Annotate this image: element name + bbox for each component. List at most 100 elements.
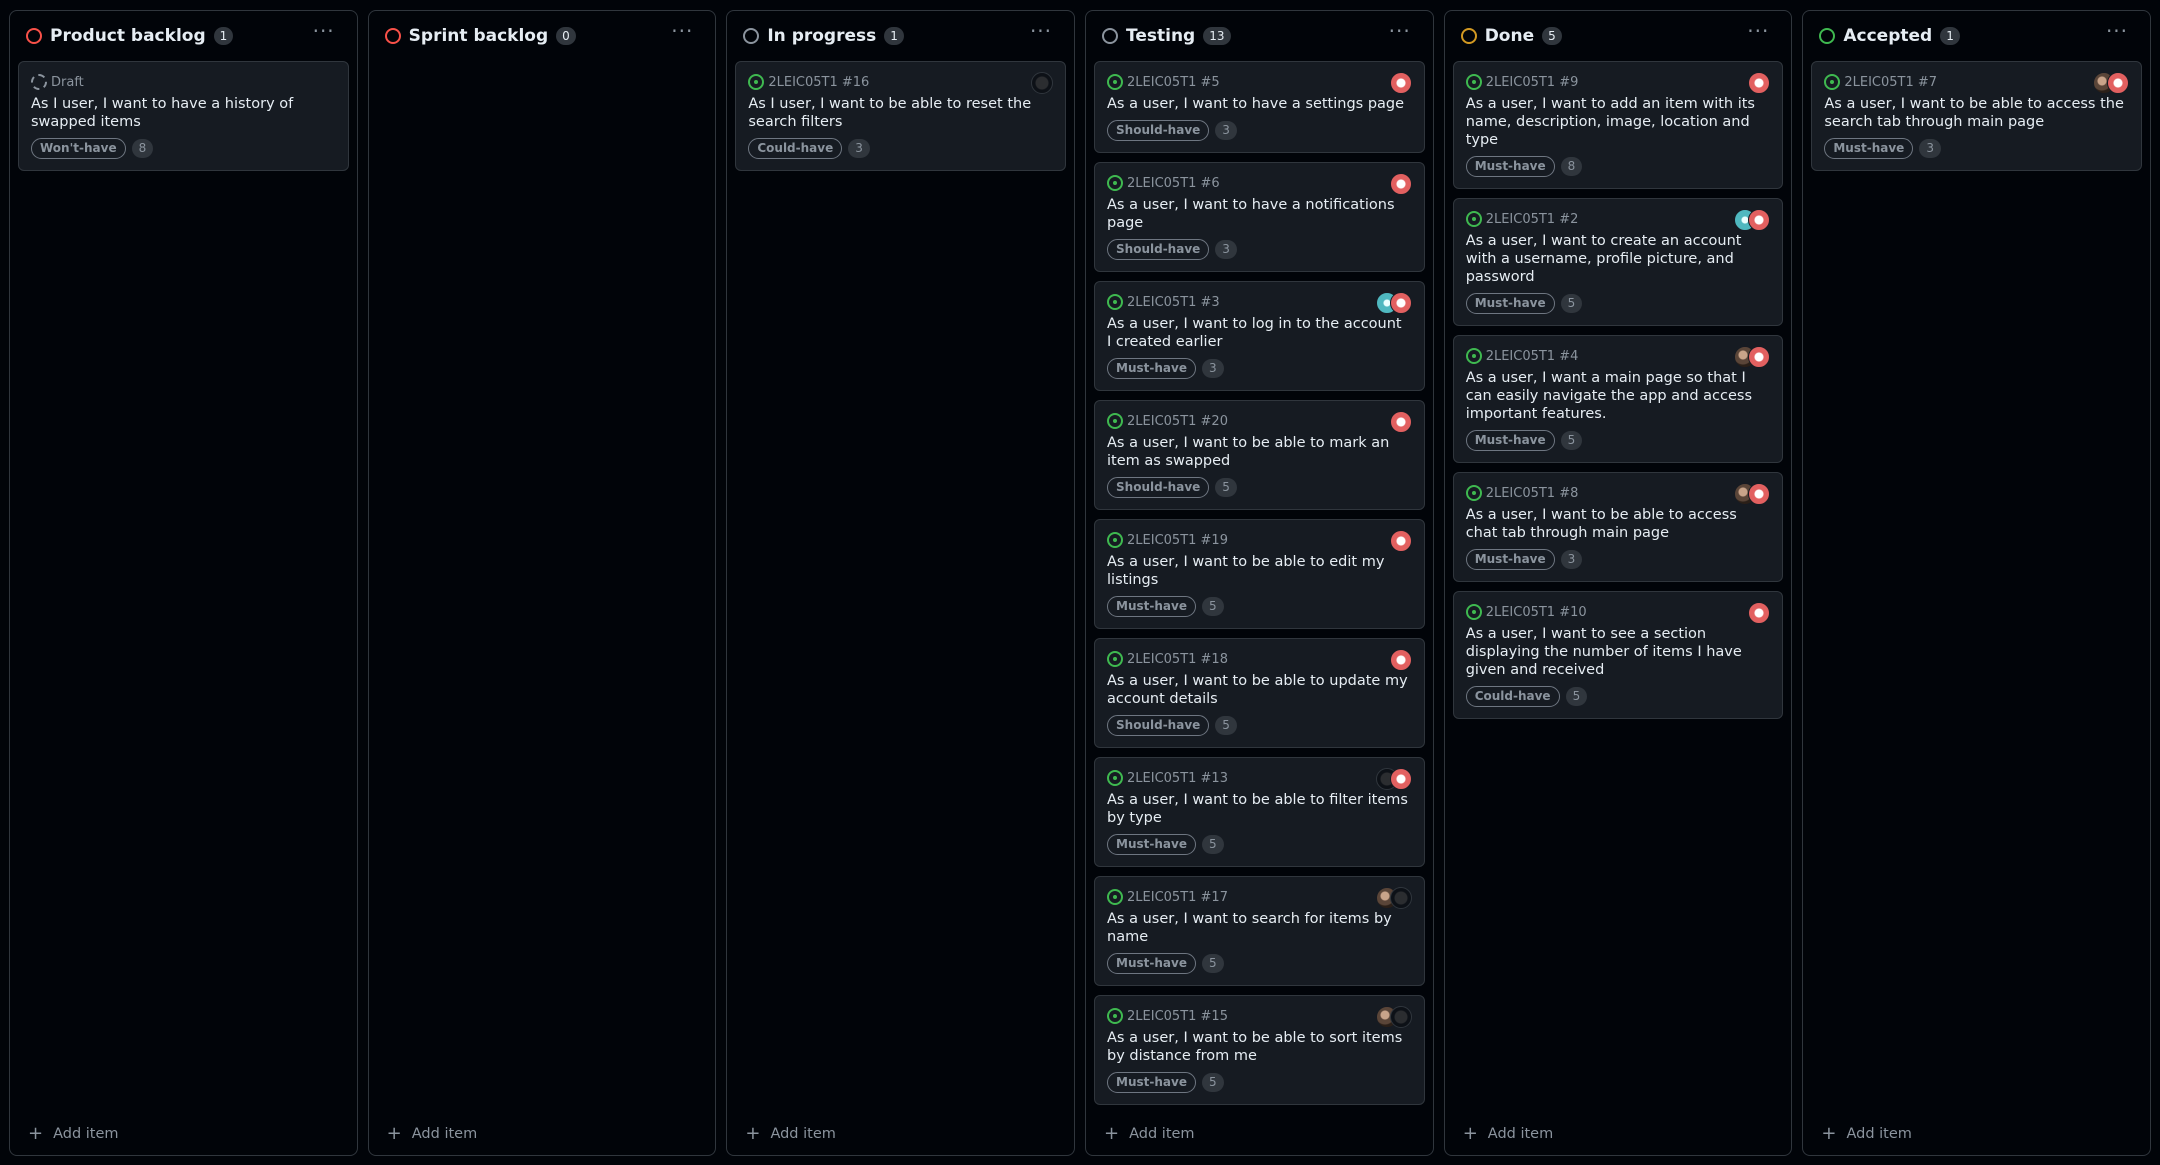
card-title[interactable]: As a user, I want to log in to the accou… — [1107, 315, 1413, 351]
avatar[interactable] — [1748, 72, 1771, 94]
item-card[interactable]: 2LEIC05T1 #10 As a user, I want to see a … — [1452, 591, 1784, 719]
issue-reference[interactable]: 2LEIC05T1 #16 — [768, 75, 869, 90]
more-options-icon[interactable]: ··· — [1389, 21, 1411, 41]
card-title[interactable]: As a user, I want to be able to filter i… — [1107, 791, 1413, 827]
priority-label[interactable]: Must-have — [1107, 596, 1196, 617]
avatar[interactable] — [1389, 1006, 1412, 1028]
issue-reference[interactable]: 2LEIC05T1 #18 — [1127, 652, 1228, 667]
priority-label[interactable]: Could-have — [748, 138, 843, 159]
item-card[interactable]: 2LEIC05T1 #15 As a user, I want to be abl… — [1094, 995, 1425, 1105]
card-title[interactable]: As I user, I want to have a history of s… — [31, 95, 337, 131]
priority-label[interactable]: Must-have — [1465, 156, 1555, 177]
avatar[interactable] — [1748, 483, 1771, 505]
priority-label[interactable]: Should-have — [1107, 715, 1210, 736]
more-options-icon[interactable]: ··· — [2106, 21, 2128, 41]
item-card[interactable]: 2LEIC05T1 #3 As a user, I want to log in … — [1094, 281, 1425, 391]
avatar[interactable] — [1748, 346, 1771, 368]
card-title[interactable]: As a user, I want to be able to update m… — [1107, 672, 1413, 708]
issue-reference[interactable]: 2LEIC05T1 #10 — [1486, 605, 1587, 620]
issue-reference[interactable]: 2LEIC05T1 #6 — [1127, 176, 1220, 191]
more-options-icon[interactable]: ··· — [1747, 21, 1769, 41]
priority-label[interactable]: Should-have — [1107, 120, 1210, 141]
item-card[interactable]: 2LEIC05T1 #6 As a user, I want to have a … — [1094, 162, 1425, 272]
add-item-button[interactable]: + Add item — [1445, 1113, 1792, 1155]
open-issue-icon — [1107, 74, 1124, 90]
card-title[interactable]: As a user, I want to be able to edit my … — [1107, 553, 1413, 589]
card-title[interactable]: As a user, I want to search for items by… — [1107, 910, 1413, 946]
priority-label[interactable]: Must-have — [1465, 293, 1555, 314]
avatar[interactable] — [1389, 292, 1412, 314]
priority-label[interactable]: Must-have — [1465, 430, 1555, 451]
item-card[interactable]: 2LEIC05T1 #18 As a user, I want to be abl… — [1094, 638, 1425, 748]
item-card[interactable]: 2LEIC05T1 #17 As a user, I want to search… — [1094, 876, 1425, 986]
plus-icon: + — [1104, 1123, 1120, 1144]
add-item-button[interactable]: + Add item — [1803, 1113, 2150, 1155]
avatar[interactable] — [1389, 411, 1412, 433]
avatar[interactable] — [1389, 649, 1412, 671]
priority-label[interactable]: Must-have — [1824, 138, 1914, 159]
avatar[interactable] — [1389, 887, 1412, 909]
avatar[interactable] — [1389, 173, 1412, 195]
more-options-icon[interactable]: ··· — [1030, 21, 1052, 41]
avatar[interactable] — [1031, 72, 1054, 94]
item-card[interactable]: 2LEIC05T1 #19 As a user, I want to be abl… — [1094, 519, 1425, 629]
issue-reference[interactable]: 2LEIC05T1 #3 — [1127, 295, 1220, 310]
item-card[interactable]: 2LEIC05T1 #2 As a user, I want to create … — [1452, 198, 1784, 326]
avatar[interactable] — [1389, 72, 1412, 94]
avatar[interactable] — [1389, 768, 1412, 790]
issue-reference[interactable]: Draft — [51, 75, 84, 90]
card-title[interactable]: As a user, I want to add an item with it… — [1466, 95, 1772, 149]
card-title[interactable]: As a user, I want a main page so that I … — [1466, 369, 1772, 423]
avatar[interactable] — [1748, 602, 1771, 624]
card-title[interactable]: As a user, I want to be able to access t… — [1824, 95, 2130, 131]
item-card[interactable]: 2LEIC05T1 #8 As a user, I want to be able… — [1452, 472, 1784, 582]
card-title[interactable]: As a user, I want to create an account w… — [1466, 232, 1772, 286]
card-title[interactable]: As I user, I want to be able to reset th… — [748, 95, 1054, 131]
priority-label[interactable]: Won't-have — [31, 138, 126, 159]
item-card[interactable]: 2LEIC05T1 #5 As a user, I want to have a … — [1094, 61, 1425, 153]
issue-reference[interactable]: 2LEIC05T1 #8 — [1486, 486, 1579, 501]
card-title[interactable]: As a user, I want to be able to mark an … — [1107, 434, 1413, 470]
issue-reference[interactable]: 2LEIC05T1 #15 — [1127, 1009, 1228, 1024]
priority-label[interactable]: Must-have — [1107, 834, 1196, 855]
add-item-button[interactable]: + Add item — [10, 1113, 357, 1155]
priority-label[interactable]: Could-have — [1465, 686, 1560, 707]
item-card[interactable]: 2LEIC05T1 #16 As I user, I want to be abl… — [735, 61, 1067, 171]
priority-label[interactable]: Should-have — [1107, 477, 1210, 498]
add-item-button[interactable]: + Add item — [369, 1113, 716, 1155]
item-card[interactable]: 2LEIC05T1 #9 As a user, I want to add an … — [1452, 61, 1784, 189]
add-item-button[interactable]: + Add item — [1086, 1113, 1433, 1155]
card-title[interactable]: As a user, I want to have a notification… — [1107, 196, 1413, 232]
card-title[interactable]: As a user, I want to be able to sort ite… — [1107, 1029, 1413, 1065]
item-card[interactable]: 2LEIC05T1 #13 As a user, I want to be abl… — [1094, 757, 1425, 867]
avatar[interactable] — [1389, 530, 1412, 552]
issue-reference[interactable]: 2LEIC05T1 #17 — [1127, 890, 1228, 905]
issue-reference[interactable]: 2LEIC05T1 #2 — [1486, 212, 1579, 227]
item-card[interactable]: 2LEIC05T1 #7 As a user, I want to be able… — [1811, 61, 2143, 171]
priority-label[interactable]: Must-have — [1107, 1072, 1196, 1093]
avatar[interactable] — [2107, 72, 2130, 94]
issue-reference[interactable]: 2LEIC05T1 #5 — [1127, 75, 1220, 90]
priority-label[interactable]: Should-have — [1107, 239, 1210, 260]
issue-reference[interactable]: 2LEIC05T1 #9 — [1486, 75, 1579, 90]
priority-label[interactable]: Must-have — [1107, 358, 1196, 379]
card-title[interactable]: As a user, I want to have a settings pag… — [1107, 95, 1413, 113]
issue-reference[interactable]: 2LEIC05T1 #13 — [1127, 771, 1228, 786]
priority-label[interactable]: Must-have — [1107, 953, 1196, 974]
add-item-button[interactable]: + Add item — [727, 1113, 1074, 1155]
more-options-icon[interactable]: ··· — [671, 21, 693, 41]
issue-reference[interactable]: 2LEIC05T1 #20 — [1127, 414, 1228, 429]
more-options-icon[interactable]: ··· — [313, 21, 335, 41]
card-meta: 2LEIC05T1 #6 — [1107, 173, 1413, 193]
card-title[interactable]: As a user, I want to be able to access c… — [1466, 506, 1772, 542]
issue-reference[interactable]: 2LEIC05T1 #19 — [1127, 533, 1228, 548]
item-card[interactable]: 2LEIC05T1 #4 As a user, I want a main pag… — [1452, 335, 1784, 463]
priority-label[interactable]: Must-have — [1465, 549, 1555, 570]
item-card[interactable]: 2LEIC05T1 #20 As a user, I want to be abl… — [1094, 400, 1425, 510]
issue-reference[interactable]: 2LEIC05T1 #7 — [1844, 75, 1937, 90]
card-title[interactable]: As a user, I want to see a section displ… — [1466, 625, 1772, 679]
card-fields: Won't-have 8 — [31, 138, 337, 159]
avatar[interactable] — [1748, 209, 1771, 231]
item-card[interactable]: Draft As I user, I want to have a history… — [18, 61, 349, 171]
issue-reference[interactable]: 2LEIC05T1 #4 — [1486, 349, 1579, 364]
